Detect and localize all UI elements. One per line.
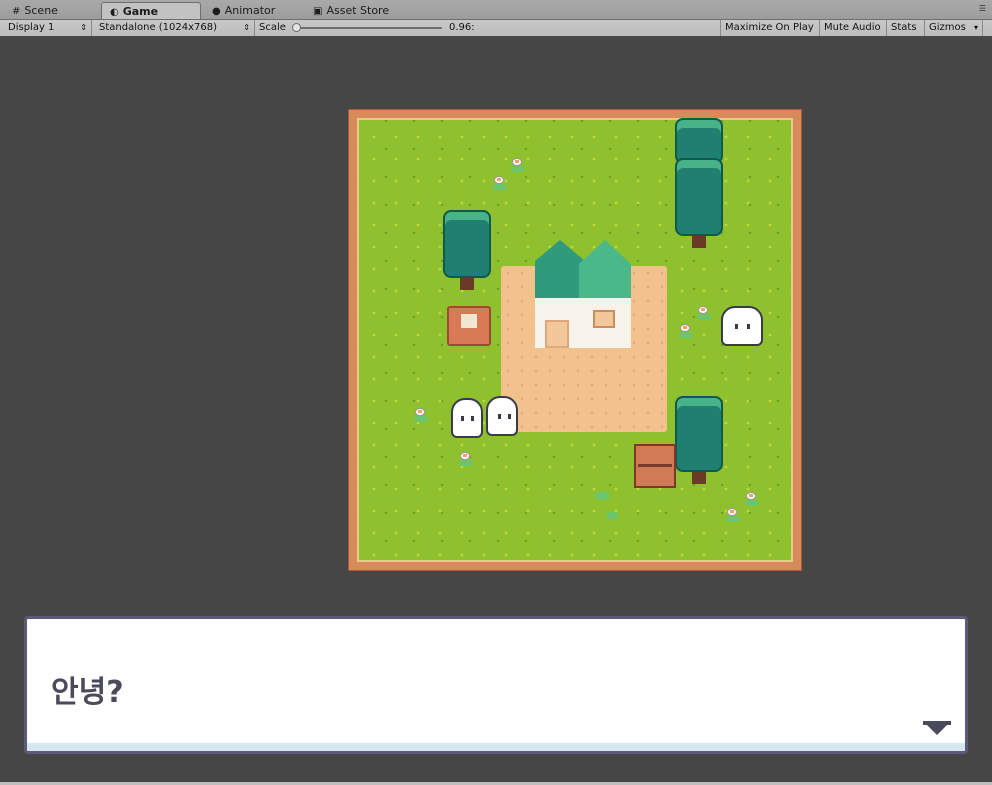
flower xyxy=(414,408,428,422)
display-select[interactable]: Display 1 ⇕ xyxy=(4,20,92,36)
tab-scene[interactable]: # Scene xyxy=(4,2,94,19)
resolution-select-label: Standalone (1024x768) xyxy=(99,22,218,33)
ghost-character xyxy=(486,396,518,436)
editor-tab-bar: # Scene ◐ Game ● Animator ▣ Asset Store ☰ xyxy=(0,0,992,20)
tab-animator-label: Animator xyxy=(224,4,276,17)
dropdown-arrow-icon: ▾ xyxy=(973,23,978,32)
mute-audio-button[interactable]: Mute Audio xyxy=(820,20,887,36)
game-toolbar: Display 1 ⇕ Standalone (1024x768) ⇕ Scal… xyxy=(0,20,992,37)
ghost-eye xyxy=(508,414,511,419)
ghost-bunny-character xyxy=(721,306,763,346)
scale-slider-knob[interactable] xyxy=(292,23,301,32)
scale-slider-track[interactable] xyxy=(300,27,442,29)
tree-bottom-right xyxy=(675,396,723,496)
ghost-eye xyxy=(461,416,464,421)
store-icon: ▣ xyxy=(313,6,323,17)
flower xyxy=(493,176,507,190)
tab-game[interactable]: ◐ Game xyxy=(101,2,201,19)
tab-scene-label: Scene xyxy=(24,4,58,17)
house-window xyxy=(593,310,615,328)
tree-trunk xyxy=(460,278,474,290)
scale-label: Scale xyxy=(259,22,286,33)
house-door xyxy=(545,320,569,348)
pacman-icon: ◐ xyxy=(110,7,119,18)
animator-icon: ● xyxy=(212,6,221,17)
tab-asset-store[interactable]: ▣ Asset Store xyxy=(305,2,415,19)
house xyxy=(535,240,631,350)
dialog-text: 안녕? xyxy=(51,675,124,710)
flower xyxy=(697,306,711,320)
wooden-crate xyxy=(634,444,676,488)
flower xyxy=(745,492,759,506)
stats-button[interactable]: Stats xyxy=(887,20,925,36)
grass-tuft xyxy=(606,512,618,519)
tab-menu-icon[interactable]: ☰ xyxy=(979,4,986,13)
sign-paper xyxy=(461,314,477,328)
grass-field xyxy=(359,118,791,560)
map-border xyxy=(357,118,793,562)
dialog-box[interactable]: 안녕? xyxy=(24,616,968,754)
gizmos-label: Gizmos xyxy=(929,22,966,33)
ghost-eye xyxy=(471,416,474,421)
select-arrow-icon: ⇕ xyxy=(80,23,87,32)
tree-trunk xyxy=(692,236,706,248)
tab-animator[interactable]: ● Animator xyxy=(204,2,300,19)
select-arrow-icon: ⇕ xyxy=(243,23,250,32)
ghost-eye xyxy=(735,324,738,329)
scale-value: 0.96: xyxy=(449,22,475,33)
dialog-continue-arrow-icon[interactable] xyxy=(923,721,951,735)
signpost xyxy=(447,306,491,346)
game-map xyxy=(348,109,802,571)
flower xyxy=(511,158,525,172)
gizmos-button[interactable]: Gizmos ▾ xyxy=(925,20,983,36)
tree-leaves xyxy=(675,158,723,236)
tree-leaves xyxy=(675,396,723,472)
maximize-on-play-button[interactable]: Maximize On Play xyxy=(720,20,820,36)
ghost-eye xyxy=(747,324,750,329)
grid-icon: # xyxy=(12,6,21,17)
tab-asset-store-label: Asset Store xyxy=(326,4,390,17)
tree-left xyxy=(443,210,491,306)
display-select-label: Display 1 xyxy=(8,22,55,33)
tree-top-right xyxy=(675,118,723,258)
flower xyxy=(459,452,473,466)
flower xyxy=(679,324,693,338)
tree-leaves xyxy=(443,210,491,278)
grass-tuft xyxy=(595,492,609,500)
game-viewport[interactable]: 안녕? xyxy=(3,37,989,782)
flower xyxy=(726,508,740,522)
house-roof-right xyxy=(579,240,631,300)
tab-game-label: Game xyxy=(122,5,159,18)
resolution-select[interactable]: Standalone (1024x768) ⇕ xyxy=(95,20,255,36)
ghost-eye xyxy=(498,414,501,419)
tree-trunk xyxy=(692,472,706,484)
ghost-character xyxy=(451,398,483,438)
